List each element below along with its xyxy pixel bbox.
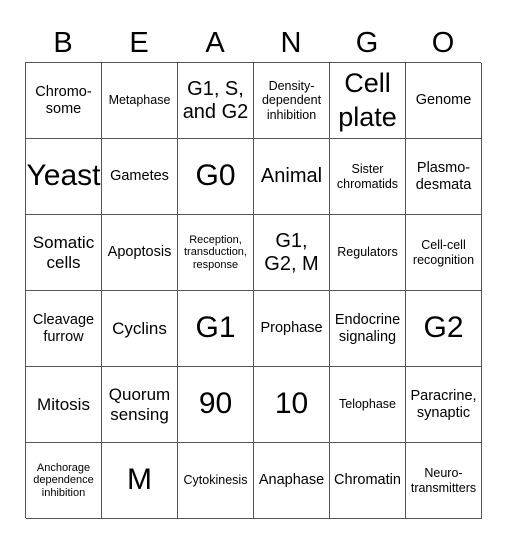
bingo-cell-text: Cell-cell recognition <box>412 238 475 267</box>
header-letter: N <box>280 27 302 59</box>
bingo-cell[interactable]: Prophase <box>254 291 330 367</box>
bingo-cell-text: Reception, transduction, response <box>184 233 247 271</box>
bingo-cell-text: Chromo- some <box>35 83 92 117</box>
bingo-cell[interactable]: G1, S, and G2 <box>178 63 254 139</box>
bingo-cell-text: G1, G2, M <box>264 229 319 275</box>
beango-header: BEANGO <box>25 24 481 62</box>
bingo-cell[interactable]: G1, G2, M <box>254 215 330 291</box>
header-letter: B <box>53 27 73 59</box>
bingo-cell[interactable]: Animal <box>254 139 330 215</box>
bingo-card-grid: Chromo- some Metaphase G1, S, and G2 Densit… <box>25 62 482 519</box>
bingo-cell-text: Plasmo- desmata <box>415 159 472 193</box>
bingo-cell[interactable]: G2 <box>406 291 482 367</box>
bingo-cell[interactable]: Apoptosis <box>102 215 178 291</box>
bingo-cell-text: Cell plate <box>338 67 397 132</box>
bingo-cell[interactable]: Cyclins <box>102 291 178 367</box>
header-letter: E <box>129 27 149 59</box>
bingo-cell[interactable]: Reception, transduction, response <box>178 215 254 291</box>
bingo-cell[interactable]: 90 <box>178 367 254 443</box>
bingo-cell[interactable]: 10 <box>254 367 330 443</box>
bingo-cell-text: G0 <box>195 159 236 193</box>
bingo-cell[interactable]: Cell-cell recognition <box>406 215 482 291</box>
bingo-cell-text: Cleavage furrow <box>32 311 95 345</box>
bingo-cell-text: Yeast <box>26 159 101 193</box>
bingo-cell-text: Density- dependent inhibition <box>261 78 322 122</box>
header-letter: G <box>355 27 379 59</box>
bingo-cell-text: Metaphase <box>108 93 171 108</box>
bingo-cell-text: M <box>127 463 152 497</box>
bingo-cell[interactable]: Anchorage dependence inhibition <box>26 443 102 519</box>
bingo-cell-text: Anchorage dependence inhibition <box>33 461 94 499</box>
bingo-cell[interactable]: Mitosis <box>26 367 102 443</box>
bingo-cell-text: Neuro- transmitters <box>410 466 477 495</box>
bingo-cell-text: Endocrine signaling <box>334 311 401 345</box>
bingo-cell-text: Prophase <box>260 320 323 337</box>
bingo-cell-text: Mitosis <box>37 394 90 414</box>
bingo-cell[interactable]: Sister chromatids <box>330 139 406 215</box>
bingo-cell-text: Regulators <box>337 245 398 260</box>
bingo-cell[interactable]: Somatic cells <box>26 215 102 291</box>
bingo-cell-text: Animal <box>260 165 323 187</box>
bingo-cell[interactable]: Paracrine, synaptic <box>406 367 482 443</box>
bingo-cell[interactable]: Cleavage furrow <box>26 291 102 367</box>
bingo-cell[interactable]: Chromatin <box>330 443 406 519</box>
bingo-cell-text: Cyclins <box>112 318 167 338</box>
bingo-cell[interactable]: Chromo- some <box>26 63 102 139</box>
bingo-cell[interactable]: Cytokinesis <box>178 443 254 519</box>
bingo-cell-text: Apoptosis <box>107 244 172 261</box>
bingo-cell[interactable]: Neuro- transmitters <box>406 443 482 519</box>
bingo-cell-text: 10 <box>274 387 309 421</box>
bingo-cell-text: Cytokinesis <box>183 473 248 488</box>
bingo-cell[interactable]: Anaphase <box>254 443 330 519</box>
bingo-cell-text: G2 <box>423 311 464 345</box>
bingo-cell[interactable]: Gametes <box>102 139 178 215</box>
bingo-cell[interactable]: Cell plate <box>330 63 406 139</box>
bingo-cell[interactable]: M <box>102 443 178 519</box>
bingo-cell-text: Genome <box>415 92 472 109</box>
bingo-cell-text: Chromatin <box>334 472 401 489</box>
bingo-cell-text: Paracrine, synaptic <box>410 387 477 421</box>
bingo-cell-text: 90 <box>198 387 233 421</box>
bingo-cell[interactable]: Metaphase <box>102 63 178 139</box>
bingo-cell-text: Anaphase <box>258 472 325 489</box>
bingo-cell-text: G1, S, and G2 <box>182 77 249 123</box>
bingo-cell-text: Somatic cells <box>32 232 95 272</box>
header-letter: O <box>431 27 455 59</box>
bingo-cell-text: Telophase <box>339 397 396 412</box>
bingo-cell[interactable]: Density- dependent inhibition <box>254 63 330 139</box>
bingo-cell-text: Gametes <box>110 168 169 185</box>
bingo-cell[interactable]: Yeast <box>26 139 102 215</box>
bingo-cell[interactable]: Genome <box>406 63 482 139</box>
bingo-cell[interactable]: Quorum sensing <box>102 367 178 443</box>
bingo-cell[interactable]: Telophase <box>330 367 406 443</box>
bingo-cell-text: Sister chromatids <box>336 162 399 191</box>
bingo-cell[interactable]: Regulators <box>330 215 406 291</box>
bingo-cell[interactable]: G1 <box>178 291 254 367</box>
bingo-cell[interactable]: Endocrine signaling <box>330 291 406 367</box>
header-letter: A <box>205 27 225 59</box>
bingo-cell-text: G1 <box>195 311 236 345</box>
bingo-cell-text: Quorum sensing <box>108 384 171 424</box>
bingo-cell[interactable]: G0 <box>178 139 254 215</box>
bingo-cell[interactable]: Plasmo- desmata <box>406 139 482 215</box>
